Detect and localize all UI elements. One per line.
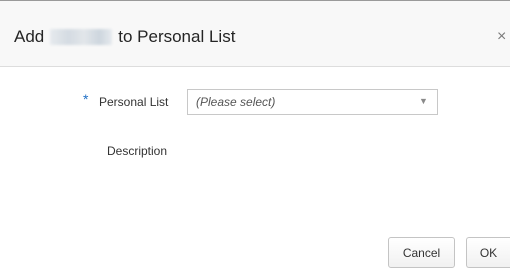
personal-list-label: Personal List bbox=[99, 95, 169, 109]
chevron-down-icon[interactable]: ▼ bbox=[419, 96, 428, 106]
dialog-title-suffix: to Personal List bbox=[118, 27, 236, 46]
close-icon[interactable]: × bbox=[497, 27, 506, 47]
description-label: Description bbox=[107, 144, 168, 158]
personal-list-select[interactable]: (Please select) ▼ bbox=[187, 89, 438, 115]
ok-button[interactable]: OK bbox=[466, 237, 510, 268]
dialog-title: Add to Personal List bbox=[14, 27, 235, 47]
personal-list-field: * Personal List (Please select) ▼ bbox=[0, 89, 510, 115]
personal-list-select-value: (Please select) bbox=[196, 95, 276, 109]
redacted-person-name bbox=[50, 29, 113, 45]
cancel-button[interactable]: Cancel bbox=[388, 237, 455, 268]
dialog-title-prefix: Add bbox=[14, 27, 45, 46]
required-asterisk: * bbox=[83, 91, 89, 107]
dialog-header: Add to Personal List × bbox=[0, 1, 510, 67]
add-to-personal-list-dialog: Add to Personal List × * Personal List (… bbox=[0, 0, 510, 280]
